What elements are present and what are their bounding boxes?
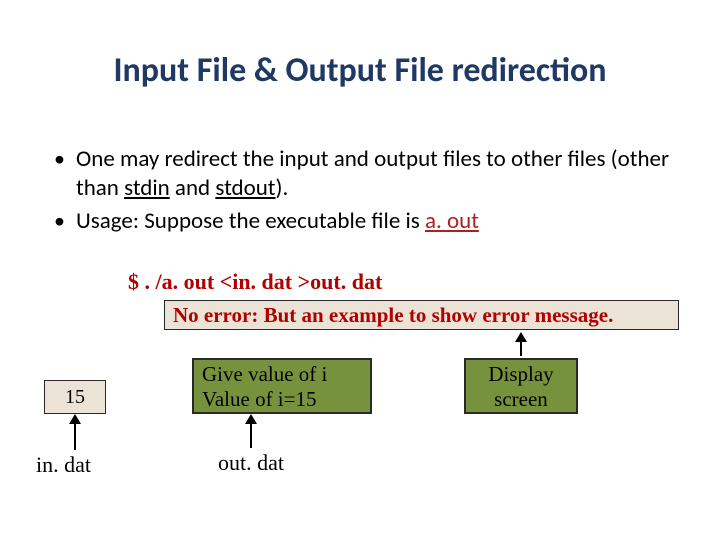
display-screen-box: Display screen	[464, 358, 578, 414]
input-value-box: 15	[44, 380, 106, 414]
bullet-2-aout: a. out	[425, 207, 479, 235]
bullet-1-stdout: stdout	[215, 174, 275, 202]
slide: Input File & Output File redirection One…	[0, 0, 720, 540]
bullet-2: Usage: Suppose the executable file is a.…	[48, 207, 680, 236]
bullet-1-mid: and	[170, 174, 216, 202]
error-message-text: No error: But an example to show error m…	[173, 303, 613, 328]
bullet-1-stdin: stdin	[124, 174, 170, 202]
bullet-1: One may redirect the input and output fi…	[48, 145, 680, 203]
display-line-1: Display	[466, 362, 576, 387]
bullet-2-text: Usage: Suppose the executable file is	[76, 207, 425, 235]
arrow-icon	[520, 340, 522, 356]
input-file-label: in. dat	[36, 452, 91, 478]
output-line-2: Value of i=15	[202, 387, 362, 412]
arrow-icon	[250, 422, 252, 448]
display-line-2: screen	[466, 387, 576, 412]
bullet-1-end: ).	[276, 174, 289, 202]
output-file-label: out. dat	[218, 450, 284, 476]
slide-title: Input File & Output File redirection	[0, 50, 720, 91]
error-message-box: No error: But an example to show error m…	[164, 300, 679, 330]
input-value-text: 15	[65, 386, 85, 409]
bullet-list: One may redirect the input and output fi…	[48, 145, 680, 239]
shell-command: $ . /a. out <in. dat >out. dat	[128, 269, 382, 295]
output-line-1: Give value of i	[202, 362, 362, 387]
arrow-icon	[74, 422, 76, 450]
output-content-box: Give value of i Value of i=15	[192, 358, 372, 414]
